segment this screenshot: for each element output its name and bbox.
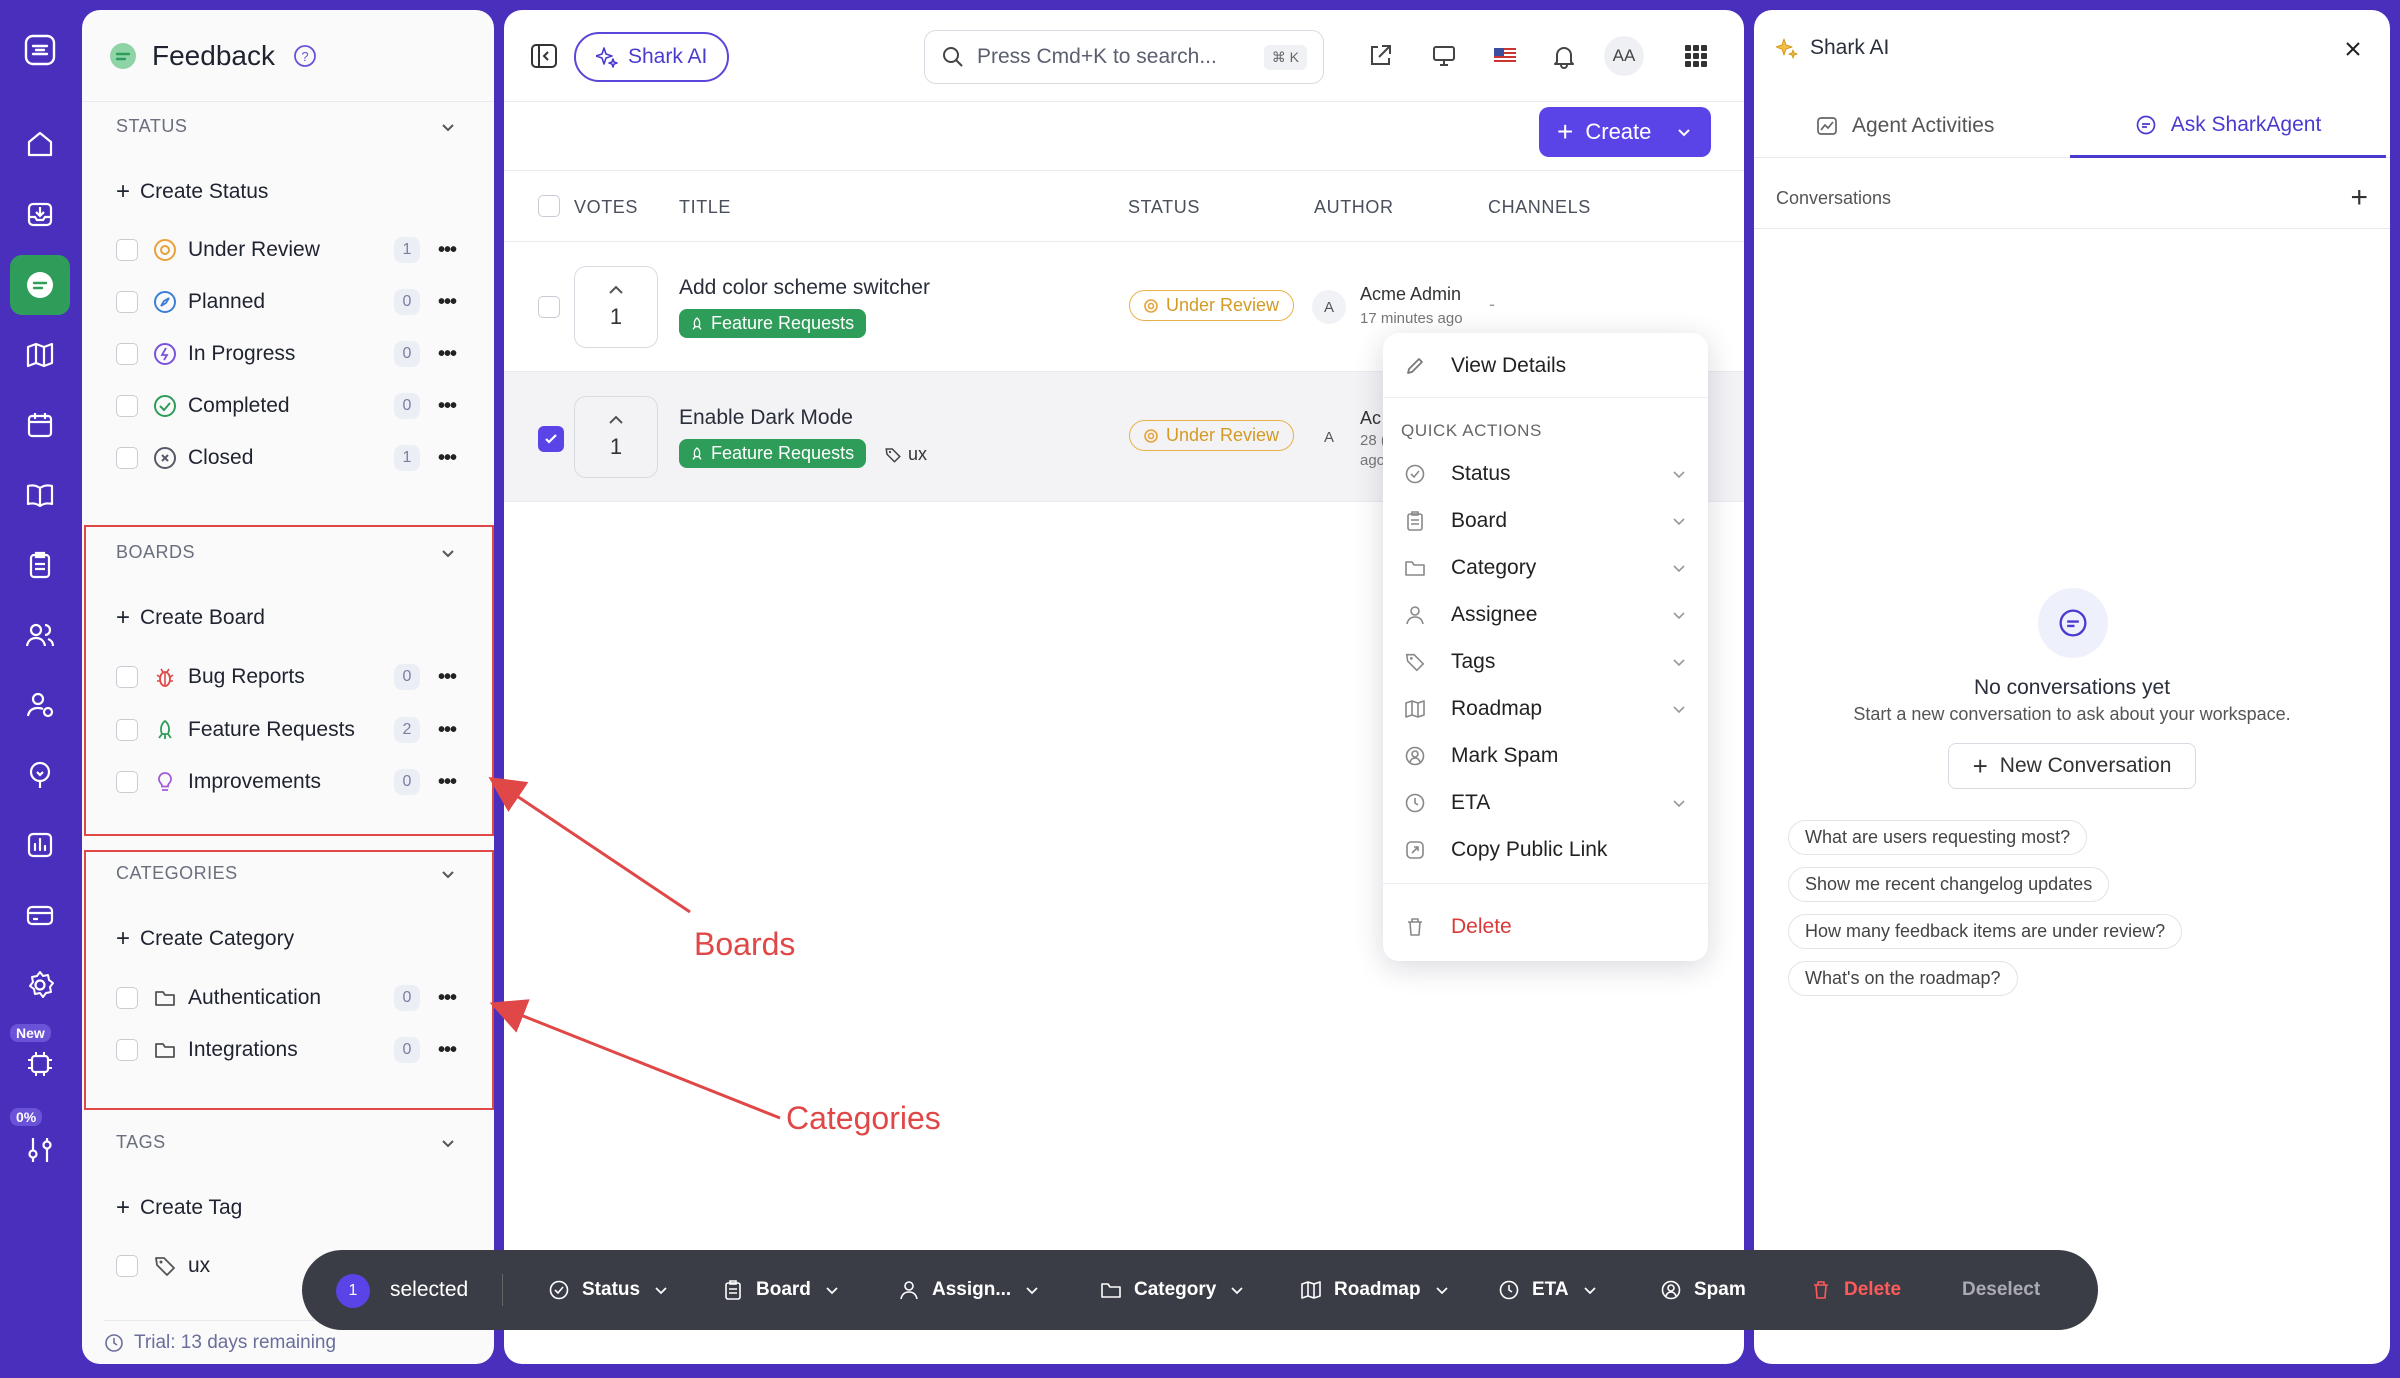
categories-annotation: Categories bbox=[786, 1100, 941, 1136]
annotation-arrows bbox=[488, 776, 781, 1120]
boards-annotation: Boards bbox=[694, 926, 796, 962]
